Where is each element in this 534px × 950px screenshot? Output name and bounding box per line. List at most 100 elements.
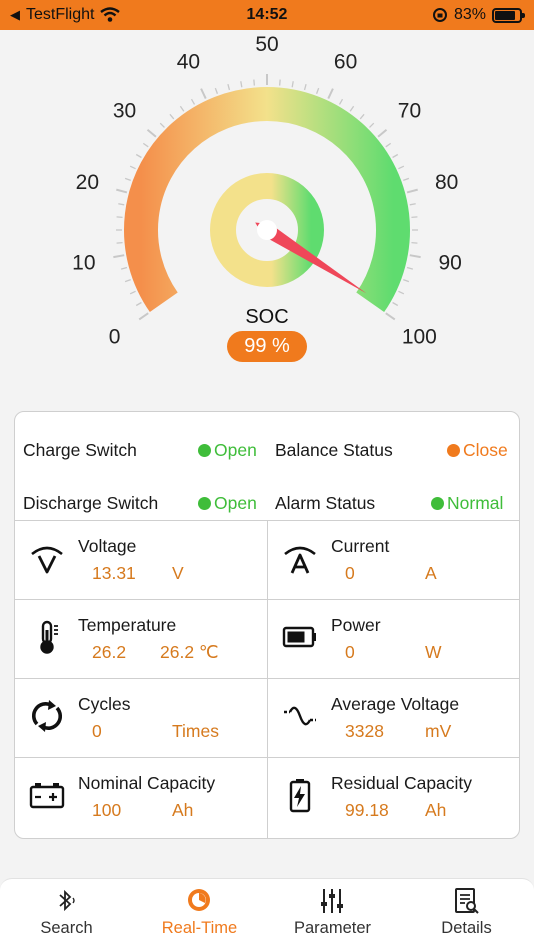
metric-unit: 26.2 ℃	[160, 642, 219, 662]
battery-terminal-icon	[29, 783, 65, 809]
metric-value: 99.18	[345, 800, 389, 820]
tab-details[interactable]: Details	[400, 879, 533, 950]
charge-switch-status: Open	[198, 440, 257, 461]
gauge-tick-label: 60	[334, 50, 357, 73]
gauge-minor-tick	[227, 83, 231, 91]
gauge-minor-tick	[253, 79, 256, 86]
metric-unit: W	[425, 642, 442, 662]
gauge-tick-label: 100	[402, 326, 437, 349]
battery-charge-icon	[289, 779, 311, 813]
gauge-minor-tick	[142, 142, 149, 148]
gauge-hub	[257, 220, 277, 240]
gauge-minor-tick	[409, 203, 416, 206]
orientation-lock-icon	[432, 8, 447, 22]
metric-value: 0	[345, 563, 355, 583]
tab-parameter[interactable]: Parameter	[266, 879, 399, 950]
cycles-icon	[31, 700, 63, 732]
gauge-minor-tick	[135, 153, 142, 159]
gauge-tick-label: 90	[438, 251, 461, 274]
gauge-minor-tick	[359, 113, 365, 120]
metric-value: 0	[92, 721, 102, 741]
soc-label: SOC	[245, 306, 289, 328]
status-bar: ◀ TestFlight 14:52 83%	[0, 0, 534, 30]
voltage-icon	[31, 546, 63, 574]
metric-cycles: Cycles 0 Times	[15, 678, 267, 757]
gauge-minor-tick	[190, 98, 196, 105]
gauge-minor-tick	[403, 177, 410, 182]
metric-temperature: Temperature 26.2 26.2 ℃	[15, 599, 267, 678]
metric-unit: A	[425, 563, 437, 583]
status-right: 83%	[432, 6, 525, 24]
metric-title: Temperature	[78, 615, 177, 635]
gauge-tick-label: 50	[255, 33, 278, 56]
charge-switch-label: Charge Switch	[23, 440, 137, 460]
tab-real-time[interactable]: Real-Time	[133, 879, 266, 950]
soc-gauge: 0 10 20 30 40 50 60 70 80 90 100 SOC 99 %	[0, 30, 534, 410]
gauge-major-tick	[385, 312, 396, 321]
bluetooth-icon	[59, 889, 75, 912]
gauge-minor-tick	[116, 241, 123, 244]
gauge-major-tick	[409, 254, 421, 259]
soc-value-badge: 99 %	[227, 331, 307, 362]
alarm-status-value: Normal	[447, 493, 504, 513]
gauge-minor-tick	[385, 142, 392, 148]
gauge-minor-tick	[240, 81, 243, 88]
charge-switch-value: Open	[214, 440, 257, 460]
metric-value: 100	[92, 800, 122, 820]
metric-title: Average Voltage	[331, 694, 460, 714]
gauge-minor-tick	[406, 266, 414, 270]
gauge-minor-tick	[398, 290, 405, 295]
gauge-tick-label: 20	[76, 171, 99, 194]
thermometer-icon	[40, 620, 58, 654]
tab-label: Details	[441, 919, 492, 937]
alarm-status: Normal	[431, 493, 503, 514]
metric-unit: Times	[172, 721, 219, 741]
switch-row-1: Charge Switch Open Balance Status Close	[15, 422, 519, 476]
metric-nominal-capacity: Nominal Capacity 100 Ah	[15, 757, 267, 836]
gauge-minor-tick	[303, 83, 307, 91]
gauge-tick-label: 70	[398, 99, 421, 122]
gauge-minor-tick	[124, 278, 131, 283]
balance-status-value: Close	[463, 440, 508, 460]
gauge-minor-tick	[291, 81, 294, 88]
metric-unit: V	[172, 563, 184, 583]
gauge-minor-tick	[349, 105, 355, 112]
metric-unit: Ah	[425, 800, 447, 820]
balance-status: Close	[447, 440, 508, 461]
gauge-minor-tick	[129, 165, 136, 170]
gauge-tick-label: 80	[435, 171, 458, 194]
tab-search[interactable]: Search	[0, 879, 133, 950]
metric-title: Current	[331, 536, 390, 556]
battery-power-icon	[282, 626, 316, 648]
metric-value: 3328	[345, 721, 384, 741]
battery-percent: 83%	[453, 6, 486, 23]
gauge-minor-tick	[135, 301, 142, 307]
gauge-minor-tick	[120, 266, 128, 270]
balance-status-label: Balance Status	[275, 440, 393, 460]
gauge-major-tick	[113, 254, 125, 259]
metric-unit: mV	[425, 721, 452, 741]
gauge-major-tick	[116, 188, 128, 194]
tab-label: Real-Time	[161, 919, 238, 937]
metric-title: Power	[331, 615, 381, 635]
tab-label: Search	[40, 919, 93, 937]
discharge-switch-value: Open	[214, 493, 257, 513]
metric-title: Voltage	[78, 536, 137, 556]
gauge-minor-tick	[159, 122, 165, 128]
gauge-tick-label: 40	[177, 50, 200, 73]
metric-current: Current 0 A	[268, 520, 519, 599]
gauge-minor-tick	[129, 290, 136, 295]
gauge-minor-tick	[315, 87, 320, 94]
details-icon	[455, 888, 479, 914]
sine-wave-icon	[284, 706, 316, 726]
gauge-minor-tick	[116, 216, 123, 219]
gauge-minor-tick	[411, 216, 418, 219]
status-dot-icon	[447, 444, 460, 457]
gauge-minor-tick	[118, 203, 125, 206]
status-dot-icon	[431, 497, 444, 510]
gauge-minor-tick	[179, 105, 185, 112]
current-icon	[284, 546, 316, 574]
gauge-major-tick	[138, 312, 149, 321]
gauge-minor-tick	[403, 278, 410, 283]
metric-voltage: Voltage 13.31 V	[15, 520, 267, 599]
